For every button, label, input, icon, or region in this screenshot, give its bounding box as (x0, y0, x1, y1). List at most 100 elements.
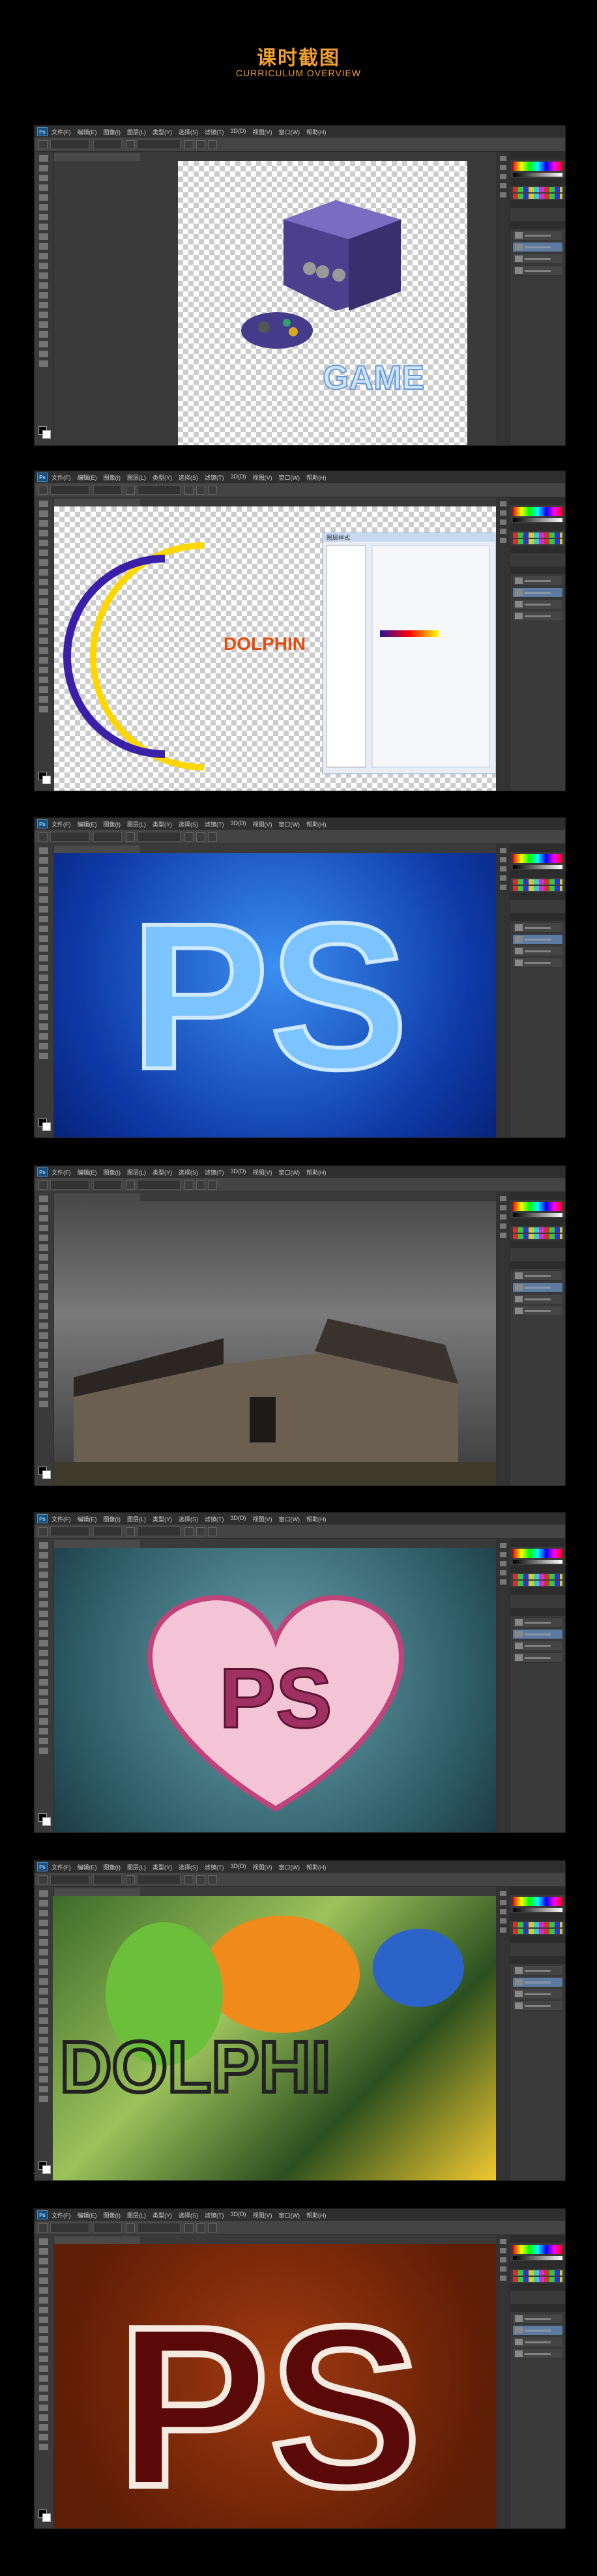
panel-tab-swatches[interactable] (510, 2261, 565, 2269)
align-icon[interactable] (196, 2223, 205, 2232)
tool-icon[interactable] (39, 360, 48, 367)
panel-tab-layers[interactable] (510, 913, 565, 921)
align-icon[interactable] (208, 1875, 217, 1884)
layer-row[interactable] (512, 1617, 563, 1628)
tool-icon[interactable] (39, 2268, 48, 2274)
menu-item[interactable]: 帮助(H) (306, 1168, 327, 1177)
tool-icon[interactable] (39, 2307, 48, 2313)
option-chip[interactable] (93, 1180, 122, 1190)
tool-icon[interactable] (39, 1949, 48, 1955)
menu-item[interactable]: 3D(D) (231, 1515, 246, 1523)
tool-icon[interactable] (39, 1748, 48, 1754)
menu-item[interactable]: 图层(L) (127, 2211, 146, 2219)
align-icon[interactable] (208, 2223, 217, 2232)
layer-row[interactable] (512, 2313, 563, 2324)
align-icon[interactable] (196, 1875, 205, 1884)
tool-icon[interactable] (39, 2258, 48, 2264)
canvas-area[interactable] (54, 1201, 496, 1486)
menu-item[interactable]: 类型(Y) (153, 473, 172, 482)
option-chip[interactable] (50, 2223, 89, 2232)
tool-icon[interactable] (39, 321, 48, 328)
align-icon[interactable] (208, 1180, 217, 1190)
grey-ramp[interactable] (513, 173, 562, 177)
option-chip[interactable] (93, 1875, 122, 1884)
tool-preset-icon[interactable] (38, 1527, 48, 1536)
align-icon[interactable] (196, 1527, 205, 1536)
tool-preset-icon[interactable] (38, 832, 48, 842)
tool-icon[interactable] (39, 1381, 48, 1388)
align-icon[interactable] (196, 1180, 205, 1190)
menu-item[interactable]: 图像(I) (104, 820, 121, 828)
layer-row[interactable] (512, 1989, 563, 1999)
layer-row[interactable] (512, 230, 563, 241)
character-icon[interactable] (500, 1909, 506, 1914)
tool-icon[interactable] (39, 906, 48, 913)
color-spectrum[interactable] (513, 1897, 562, 1906)
layer-row[interactable] (512, 587, 563, 598)
swatches-row[interactable] (513, 1922, 562, 1927)
tool-icon[interactable] (39, 1303, 48, 1310)
menu-item[interactable]: 类型(Y) (153, 1168, 172, 1177)
align-icon[interactable] (196, 832, 205, 842)
tool-icon[interactable] (39, 1978, 48, 1985)
panel-tab-adjustments[interactable] (510, 200, 565, 208)
tool-icon[interactable] (39, 501, 48, 507)
swatches-row[interactable] (513, 1234, 562, 1239)
menu-item[interactable]: 类型(Y) (153, 128, 172, 136)
menu-item[interactable]: 帮助(H) (306, 1863, 327, 1871)
menu-item[interactable]: 编辑(E) (78, 1168, 97, 1177)
menu-item[interactable]: 图层(L) (127, 1515, 146, 1523)
background-color-swatch[interactable] (42, 776, 51, 784)
tool-icon[interactable] (39, 569, 48, 576)
document-tab[interactable] (54, 1540, 140, 1548)
info-icon[interactable] (500, 192, 506, 198)
checkbox-icon[interactable] (126, 1875, 135, 1884)
tool-icon[interactable] (39, 1988, 48, 1995)
menu-item[interactable]: 滤镜(T) (205, 1515, 224, 1523)
menu-item[interactable]: 选择(S) (179, 2211, 198, 2219)
menu-item[interactable]: 图像(I) (104, 1863, 121, 1871)
tool-icon[interactable] (39, 1920, 48, 1926)
menu-item[interactable]: 视图(V) (253, 820, 272, 828)
background-color-swatch[interactable] (42, 1122, 51, 1131)
swatches-row[interactable] (513, 886, 562, 891)
menu-item[interactable]: 帮助(H) (306, 473, 327, 482)
layer-row[interactable] (512, 922, 563, 933)
tool-icon[interactable] (39, 2008, 48, 2014)
tool-icon[interactable] (39, 706, 48, 712)
tool-icon[interactable] (39, 2336, 48, 2343)
tool-icon[interactable] (39, 194, 48, 201)
option-chip[interactable] (138, 2223, 181, 2232)
tool-icon[interactable] (39, 292, 48, 299)
tool-icon[interactable] (39, 2037, 48, 2043)
option-chip[interactable] (93, 832, 122, 842)
panel-tab-color[interactable] (510, 1887, 565, 1895)
tool-icon[interactable] (39, 2287, 48, 2294)
tool-icon[interactable] (39, 1352, 48, 1358)
tool-icon[interactable] (39, 224, 48, 230)
tool-icon[interactable] (39, 2017, 48, 2024)
panel-tab-swatches[interactable] (510, 1218, 565, 1226)
canvas-area[interactable]: PS (54, 1548, 496, 1832)
grey-ramp[interactable] (513, 518, 562, 522)
tool-icon[interactable] (39, 331, 48, 338)
tool-icon[interactable] (39, 540, 48, 546)
tool-icon[interactable] (39, 1362, 48, 1368)
swatches-row[interactable] (513, 187, 562, 192)
background-color-swatch[interactable] (42, 2513, 51, 2522)
canvas-area[interactable]: DOLPHIN 图层样式 (54, 506, 496, 791)
option-chip[interactable] (138, 832, 181, 842)
tool-icon[interactable] (39, 1969, 48, 1975)
character-icon[interactable] (500, 866, 506, 871)
swatches-row[interactable] (513, 1227, 562, 1233)
tool-icon[interactable] (39, 628, 48, 634)
layer-row[interactable] (512, 599, 563, 609)
tool-icon[interactable] (39, 608, 48, 615)
tool-icon[interactable] (39, 184, 48, 191)
menu-item[interactable]: 3D(D) (231, 473, 246, 482)
paragraph-icon[interactable] (500, 2266, 506, 2272)
panel-tab-color[interactable] (510, 1192, 565, 1200)
panel-tab-swatches[interactable] (510, 1913, 565, 1921)
tool-icon[interactable] (39, 559, 48, 566)
brush-icon[interactable] (500, 510, 506, 516)
